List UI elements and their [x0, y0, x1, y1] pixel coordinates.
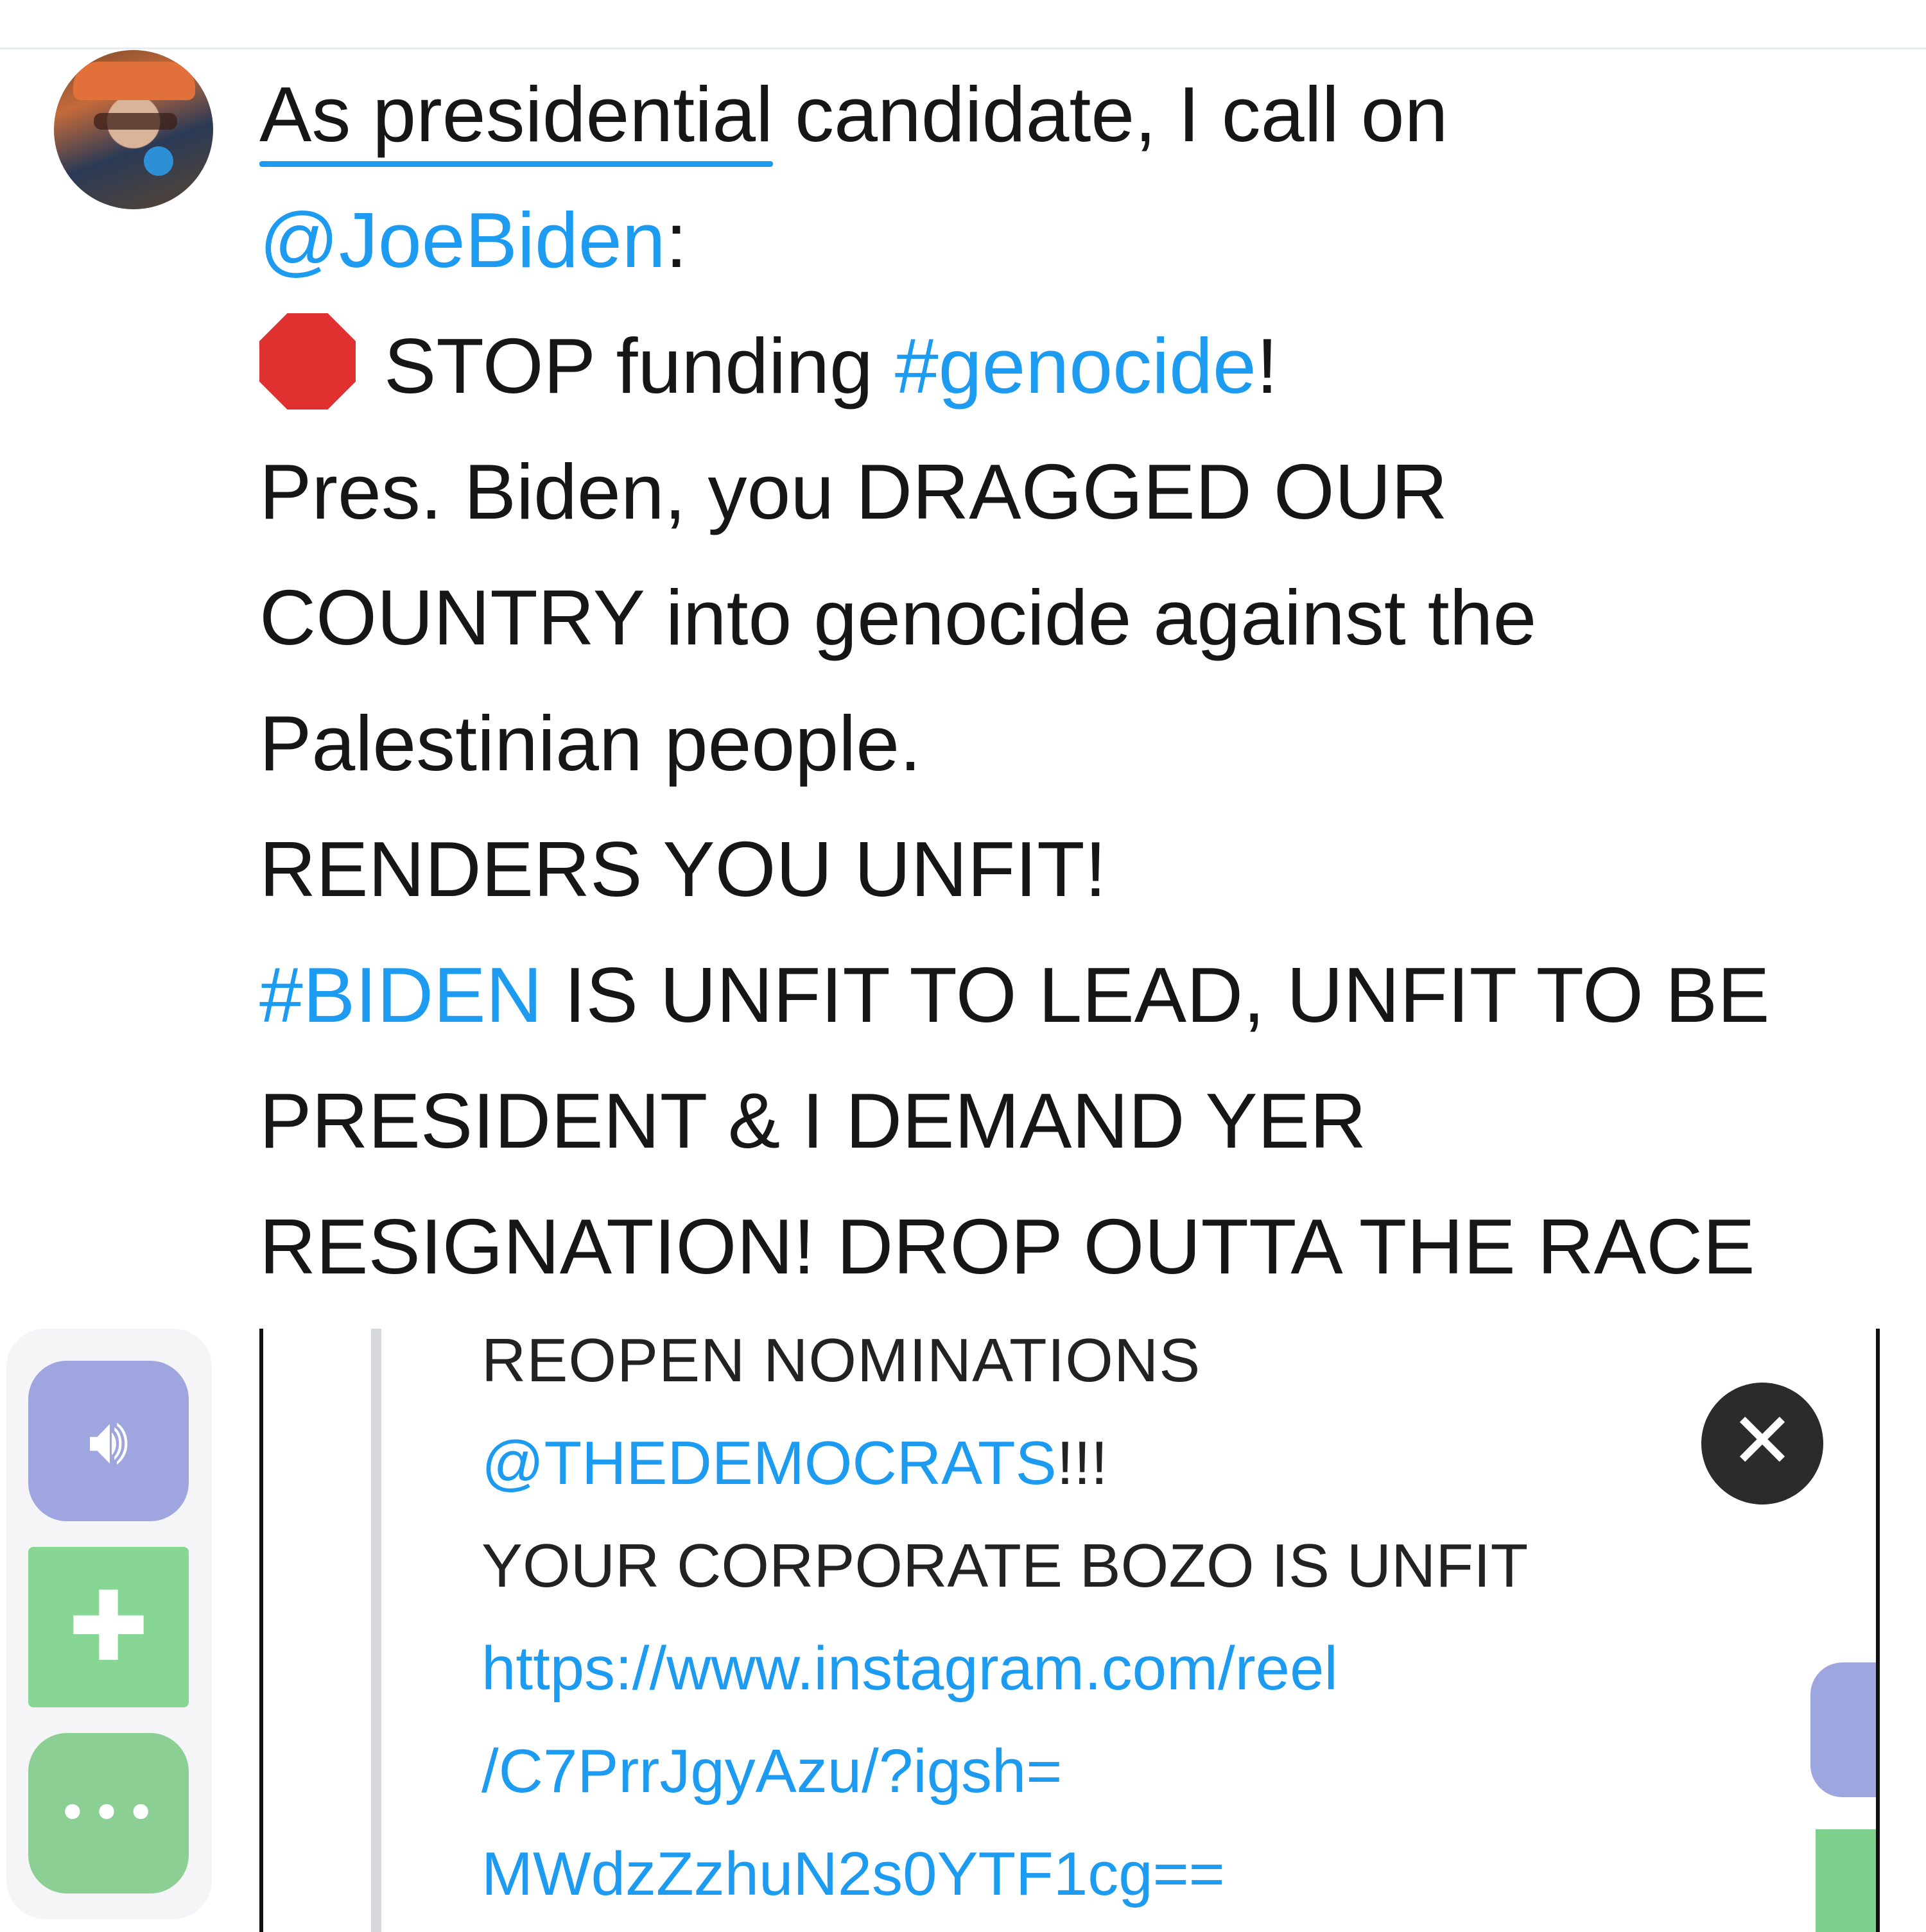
mention-joebiden[interactable]: @JoeBiden	[259, 196, 666, 284]
stop-suffix: !	[1256, 322, 1278, 410]
stop-sign-icon	[259, 313, 356, 410]
tweet-line-2: @JoeBiden:	[259, 177, 1903, 303]
read-aloud-button[interactable]: 🔊︎	[28, 1361, 189, 1521]
embedded-image[interactable]: REOPEN NOMINATIONS @THEDEMOCRATS!!! YOUR…	[259, 1329, 1880, 1932]
embedded-puzzle-widget	[1816, 1829, 1876, 1932]
tweet-line-10: RESIGNATION! DROP OUTTA THE RACE	[259, 1203, 1755, 1290]
more-icon: •••	[57, 1783, 160, 1843]
tweet-line-1: As presidential candidate, I call on	[259, 51, 1903, 177]
underlined-phrase: As presidential	[259, 51, 774, 177]
mention-thedemocrats: @THEDEMOCRATS	[482, 1429, 1057, 1497]
embedded-url-1: https://www.instagram.com/reel	[482, 1634, 1338, 1703]
tweet-text: As presidential candidate, I call on @Jo…	[259, 51, 1903, 1309]
embedded-line-3: YOUR CORPORATE BOZO IS UNFIT	[482, 1531, 1529, 1600]
extension-button[interactable]: ✚	[28, 1547, 189, 1707]
floating-toolbar: 🔊︎ ✚ •••	[6, 1329, 212, 1919]
top-divider	[0, 47, 1926, 49]
more-button[interactable]: •••	[28, 1733, 189, 1893]
close-icon[interactable]: ✕	[1701, 1383, 1823, 1505]
embedded-text: REOPEN NOMINATIONS @THEDEMOCRATS!!! YOUR…	[482, 1329, 1528, 1926]
tweet-line-9: PRESIDENT & I DEMAND YER	[259, 1077, 1367, 1164]
embedded-cut-line: REOPEN NOMINATIONS	[482, 1329, 1201, 1395]
tweet-line-3: STOP funding #genocide!	[259, 303, 1903, 429]
stop-prefix: STOP funding	[384, 322, 895, 410]
puzzle-icon: ✚	[68, 1571, 149, 1683]
avatar-glasses	[94, 113, 177, 130]
mention-suffix: :	[665, 196, 688, 284]
tweet-line-8: #BIDEN IS UNFIT TO LEAD, UNFIT TO BE	[259, 932, 1903, 1058]
avatar-hat	[73, 62, 195, 100]
tweet-line-6: Palestinian people.	[259, 700, 921, 787]
quote-bar	[371, 1329, 381, 1932]
hashtag-genocide[interactable]: #genocide	[895, 322, 1256, 410]
speaker-icon: 🔊︎	[88, 1403, 129, 1478]
avatar-mic	[144, 146, 173, 176]
embedded-speaker-widget	[1810, 1662, 1876, 1797]
tweet-line-1-rest: candidate, I call on	[773, 71, 1448, 158]
embedded-mention-line: @THEDEMOCRATS!!!	[482, 1412, 1528, 1515]
hashtag-biden[interactable]: #BIDEN	[259, 951, 542, 1039]
tweet-line-8-rest: IS UNFIT TO LEAD, UNFIT TO BE	[542, 951, 1770, 1039]
embedded-mention-suffix: !!!	[1056, 1429, 1108, 1497]
embedded-url-2: /C7PrrJgyAzu/?igsh=	[482, 1737, 1063, 1806]
tweet-line-5: COUNTRY into genocide against the	[259, 574, 1537, 661]
embedded-url-3: MWdzZzhuN2s0YTF1cg==	[482, 1840, 1225, 1908]
tweet-line-4: Pres. Biden, you DRAGGED OUR	[259, 448, 1448, 535]
tweet-line-7: RENDERS YOU UNFIT!	[259, 825, 1107, 913]
avatar[interactable]	[54, 50, 213, 209]
